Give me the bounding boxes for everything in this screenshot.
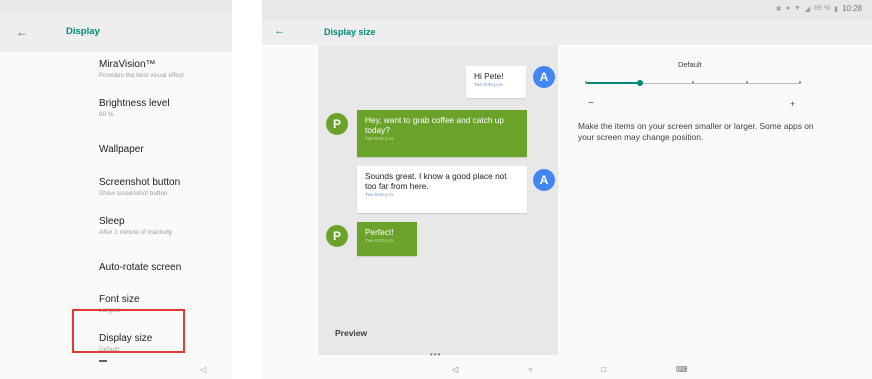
chat-bubble-received: Hi Pete! Tue 6:00 p.m. [466,66,526,98]
display-size-value-label: Default [678,60,702,69]
slider-tick [692,81,694,84]
app-bar: ← Display [0,14,232,52]
display-size-description: Make the items on your screen smaller or… [578,121,814,142]
clock: 10:28 [841,4,862,13]
navigation-bar: ◁ ○ □ ⌨ [262,361,872,379]
page-indicator-dots[interactable]: ••• [430,350,441,359]
page-title: Display size [324,27,376,37]
display-size-panel: ✱ ● ▼ ◢ 89 % ▮ 10:28 ← Display size Hi P… [262,0,872,379]
display-size-slider-thumb[interactable] [636,80,643,86]
setting-screenshot-button[interactable]: Screenshot button Show screenshot button [0,170,232,209]
nav-back-icon[interactable]: ◁ [200,365,206,374]
message-timestamp: Tue 6:01 p.m. [365,137,395,142]
wifi-icon: ▼ [793,5,801,12]
bluetooth-icon: ✱ [775,5,782,13]
avatar: P [326,225,348,247]
decrease-size-button[interactable]: − [588,98,594,109]
display-size-highlight-box [72,309,185,353]
chat-bubble-sent: Hey, want to grab coffee and catch up to… [357,110,527,157]
setting-title: Auto-rotate screen [99,261,182,273]
status-icons: ✱ ● ▼ ◢ 89 % ▮ 10:28 [776,4,862,13]
setting-wallpaper[interactable]: Wallpaper [0,130,232,169]
message-timestamp: Tue 6:03 p.m. [365,239,395,244]
do-not-disturb-icon: ● [785,5,790,12]
battery-text: 89 % [814,5,831,12]
setting-title: Font size [99,294,140,306]
status-bar [0,0,232,14]
message-timestamp: Tue 6:00 p.m. [474,83,504,88]
setting-miravision[interactable]: MiraVision™ Provides the best visual eff… [0,52,232,91]
message-text: Hey, want to grab coffee and catch up to… [365,115,504,135]
setting-title: MiraVision™ [99,59,156,70]
status-bar: ✱ ● ▼ ◢ 89 % ▮ 10:28 [262,0,872,20]
app-bar: ← Display size [262,20,872,45]
avatar: P [326,113,348,135]
setting-subtitle: After 1 minute of inactivity [99,228,173,236]
increase-size-button[interactable]: + [790,99,795,109]
slider-tick [585,81,587,84]
message-text: Hi Pete! [474,71,504,81]
page-title: Display [66,26,100,37]
setting-subtitle: 80 % [99,111,114,119]
message-text: Sounds great. I know a good place not to… [365,171,507,191]
nav-back-icon[interactable]: ◁ [452,365,458,374]
message-text: Perfect! [365,227,394,237]
setting-title: Wallpaper [99,144,144,156]
navigation-bar: ◁ [0,362,232,379]
nav-recents-icon[interactable]: □ [601,365,606,374]
avatar: A [533,66,555,88]
setting-title: Screenshot button [99,176,181,188]
setting-subtitle: Show screenshot button [99,189,168,197]
nav-home-icon[interactable]: ○ [528,365,533,374]
battery-icon: ▮ [834,5,838,13]
signal-icon: ◢ [804,5,811,13]
arrow-back-icon[interactable]: ← [274,25,285,37]
setting-auto-rotate-screen[interactable]: Auto-rotate screen [0,248,232,287]
keyboard-icon[interactable]: ⌨ [676,365,688,374]
setting-title: Sleep [99,215,125,227]
display-size-slider-fill [586,82,640,84]
setting-title: Brightness level [99,98,170,110]
setting-subtitle: Provides the best visual effect [99,72,184,79]
preview-label: Preview [335,328,368,338]
chat-bubble-received: Sounds great. I know a good place not to… [357,166,527,213]
arrow-back-icon[interactable]: ← [16,25,30,39]
display-settings-panel: ← Display MiraVision™ Provides the best … [0,0,232,379]
chat-bubble-sent: Perfect! Tue 6:03 p.m. [357,222,417,256]
screenshot: ← Display MiraVision™ Provides the best … [0,0,872,379]
setting-sleep[interactable]: Sleep After 1 minute of inactivity [0,209,232,248]
avatar: A [533,169,555,191]
message-timestamp: Tue 6:02 p.m. [365,193,395,198]
slider-tick [799,81,801,84]
setting-brightness-level[interactable]: Brightness level 80 % [0,91,232,130]
slider-tick [745,81,748,84]
